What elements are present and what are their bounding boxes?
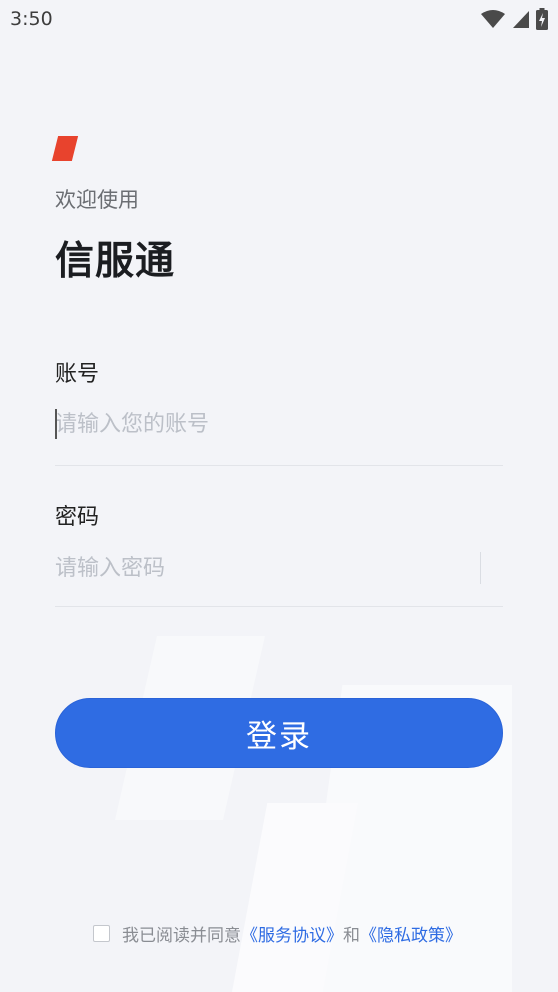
agreement-row: 我已阅读并同意 《服务协议》 和 《隐私政策》 (93, 921, 462, 946)
background-slash-shape (232, 803, 358, 992)
welcome-text: 欢迎使用 (55, 188, 139, 212)
account-underline (55, 465, 503, 466)
agreement-conjunction: 和 (343, 926, 360, 946)
brand-logo-mark (51, 136, 79, 161)
cell-signal-icon (513, 11, 529, 28)
password-visibility-divider (480, 552, 481, 584)
account-input[interactable] (55, 402, 503, 446)
agreement-text: 我已阅读并同意 (122, 926, 241, 946)
password-input[interactable] (55, 546, 475, 590)
login-button[interactable]: 登录 (55, 698, 503, 768)
status-bar: 3:50 (0, 0, 558, 38)
text-cursor (55, 409, 57, 439)
battery-charging-icon (536, 8, 548, 30)
service-agreement-link[interactable]: 《服务协议》 (241, 921, 343, 946)
privacy-policy-link[interactable]: 《隐私政策》 (360, 921, 462, 946)
account-label: 账号 (55, 362, 100, 387)
agreement-checkbox[interactable] (93, 925, 110, 942)
wifi-icon (481, 10, 505, 28)
status-icons (480, 8, 548, 30)
app-title: 信服通 (55, 239, 176, 284)
status-time: 3:50 (10, 8, 53, 30)
password-underline (55, 606, 503, 607)
password-label: 密码 (55, 505, 100, 530)
